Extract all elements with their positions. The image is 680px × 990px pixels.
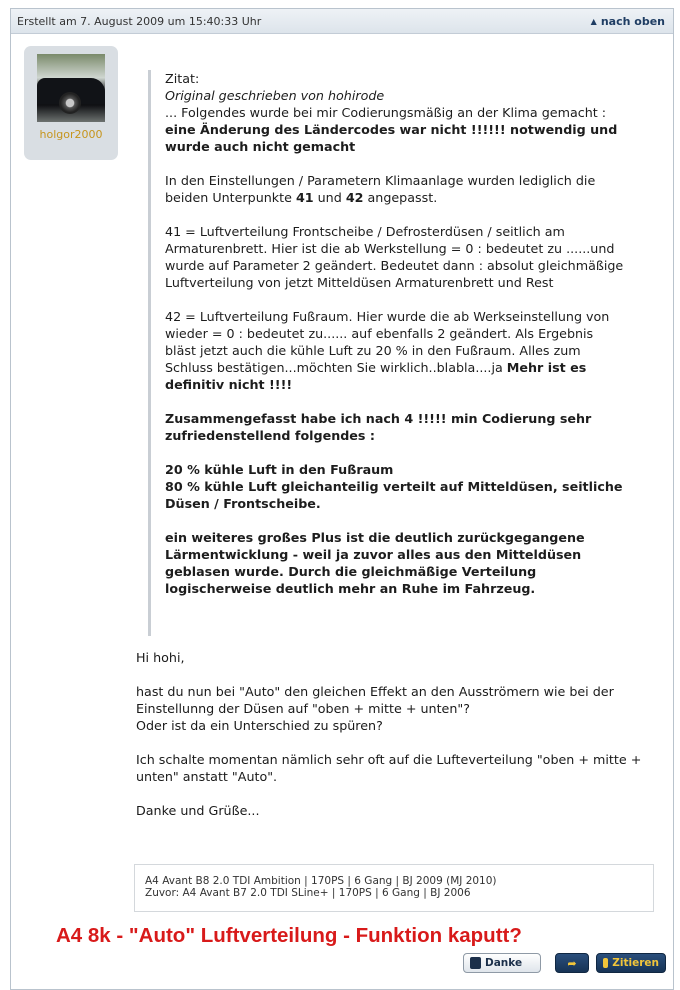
thanks-button-label: Danke xyxy=(485,957,523,969)
post-message: Hi hohi, hast du nun bei "Auto" den glei… xyxy=(136,649,656,819)
message-closing: Danke und Grüße... xyxy=(136,803,260,818)
message-question-1: hast du nun bei "Auto" den gleichen Effe… xyxy=(136,684,614,716)
quote-label: Zitat: xyxy=(165,71,200,86)
user-info-box: holgor2000 xyxy=(24,46,118,160)
post-header-bar: Erstellt am 7. August 2009 um 15:40:33 U… xyxy=(11,9,673,34)
username-link[interactable]: holgor2000 xyxy=(24,128,118,141)
post-created-date: Erstellt am 7. August 2009 um 15:40:33 U… xyxy=(17,14,262,28)
quote-text-2: eine Änderung des Ländercodes war nicht … xyxy=(165,122,618,154)
quote-percent-1: 20 % kühle Luft in den Fußraum xyxy=(165,462,394,477)
quote-text-3: In den Einstellungen / Parametern Klimaa… xyxy=(165,173,596,205)
arrow-up-icon: ▲ xyxy=(590,16,597,26)
quote-summary: Zusammengefasst habe ich nach 4 !!!!! mi… xyxy=(165,411,592,443)
message-paragraph-2: Ich schalte momentan nämlich sehr oft au… xyxy=(136,752,642,784)
avatar[interactable] xyxy=(37,54,105,122)
quote-percent-2: 80 % kühle Luft gleichanteilig verteilt … xyxy=(165,479,623,511)
signature-box: A4 Avant B8 2.0 TDI Ambition | 170PS | 6… xyxy=(134,864,654,912)
overlay-headline: A4 8k - "Auto" Luftverteilung - Funktion… xyxy=(56,924,522,947)
signature-line-2: Zuvor: A4 Avant B7 2.0 TDI SLine+ | 170P… xyxy=(145,887,471,899)
quote-param-41: 41 = Luftverteilung Frontscheibe / Defro… xyxy=(165,224,624,290)
thanks-button[interactable]: Danke xyxy=(463,953,541,973)
quote-plus: ein weiteres großes Plus ist die deutlic… xyxy=(165,530,585,596)
reply-arrow-icon: ➦ xyxy=(567,956,577,970)
back-to-top-label: nach oben xyxy=(600,14,665,28)
signature-line-1: A4 Avant B8 2.0 TDI Ambition | 170PS | 6… xyxy=(145,875,497,887)
speech-bubble-icon xyxy=(603,958,609,968)
quick-reply-button[interactable]: ➦ xyxy=(555,953,589,973)
quote-author: Original geschrieben von hohirode xyxy=(165,88,385,103)
message-greeting: Hi hohi, xyxy=(136,650,185,665)
wheel-image xyxy=(59,92,81,114)
quote-button-label: Zitieren xyxy=(612,957,659,969)
message-question-2: Oder ist da ein Unterschied zu spüren? xyxy=(136,718,383,733)
quote-text-1: ... Folgendes wurde bei mir Codierungsmä… xyxy=(165,105,607,120)
thumbs-up-icon xyxy=(470,957,481,969)
back-to-top-link[interactable]: ▲ nach oben xyxy=(591,15,665,28)
quote-button[interactable]: Zitieren xyxy=(596,953,666,973)
quote-param-42: 42 = Luftverteilung Fußraum. Hier wurde … xyxy=(165,309,610,392)
quote-block: Zitat: Original geschrieben von hohirode… xyxy=(148,70,628,636)
